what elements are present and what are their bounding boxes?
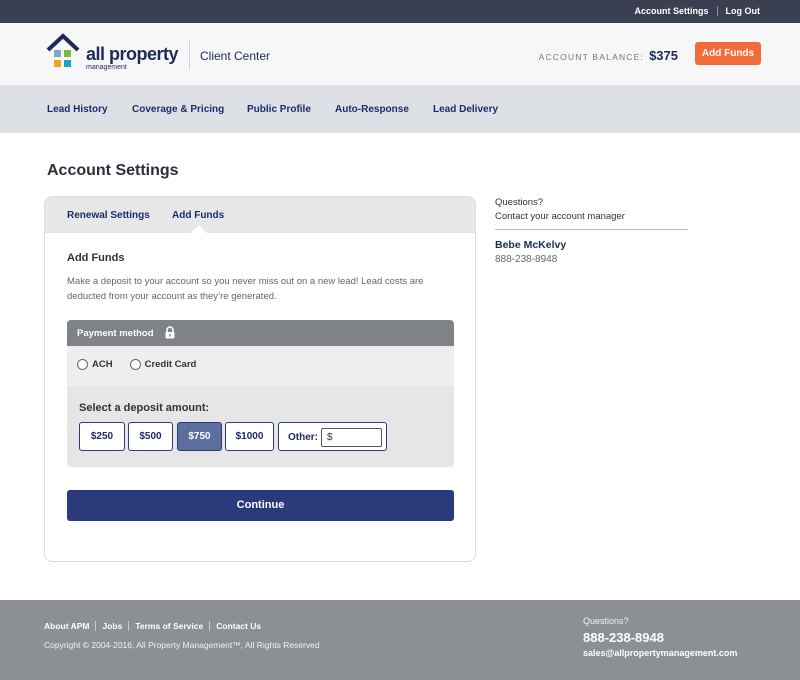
amount-750-button[interactable]: $750 [177, 422, 222, 451]
footer-email[interactable]: sales@allpropertymanagement.com [583, 648, 737, 658]
payment-method-panel: Payment method ACH Credit Card Select a … [67, 320, 454, 467]
other-amount-label: Other: [288, 432, 318, 443]
logo-text: all property [86, 44, 179, 64]
header: all property management Client Center AC… [0, 23, 800, 86]
active-tab-pointer [191, 225, 207, 233]
footer-link-divider [95, 621, 97, 631]
client-center-title: Client Center [200, 49, 271, 63]
continue-button[interactable]: Continue [67, 490, 454, 521]
footer-phone[interactable]: 888-238-8948 [583, 630, 737, 645]
sidebar-question: Questions? [495, 197, 544, 208]
nav-item-lead-history[interactable]: Lead History [47, 104, 108, 115]
nav-item-auto-response[interactable]: Auto-Response [335, 104, 409, 115]
tab-add-funds[interactable]: Add Funds [172, 210, 224, 221]
footer-question: Questions? [583, 616, 629, 626]
account-balance-value: $375 [649, 48, 678, 63]
sidebar-divider [495, 229, 688, 230]
credit-card-radio[interactable] [129, 359, 141, 370]
copyright: Copyright © 2004-2016, All Property Mana… [44, 640, 320, 650]
logo-subtext: management [86, 64, 127, 71]
account-settings-link[interactable]: Account Settings [634, 6, 708, 16]
deposit-amount-label: Select a deposit amount: [79, 402, 210, 414]
section-description: Make a deposit to your account so you ne… [67, 276, 424, 302]
ach-label[interactable]: ACH [92, 359, 113, 370]
nav-item-coverage-pricing[interactable]: Coverage & Pricing [132, 104, 224, 115]
amount-250-button[interactable]: $250 [79, 422, 125, 451]
ach-radio[interactable] [77, 359, 88, 370]
header-divider [189, 40, 190, 70]
add-funds-button[interactable]: Add Funds [695, 42, 761, 65]
card-tabs: Renewal Settings Add Funds [45, 197, 475, 233]
payment-method-header: Payment method [67, 320, 454, 346]
account-balance-label: ACCOUNT BALANCE: [538, 52, 645, 62]
footer-link-terms[interactable]: Terms of Service [135, 621, 203, 631]
other-amount-input[interactable]: $ [321, 428, 382, 447]
footer-link-contact[interactable]: Contact Us [216, 621, 261, 631]
account-manager-sidebar: Questions? Contact your account manager … [495, 196, 688, 265]
footer-links: About APM Jobs Terms of Service Contact … [44, 621, 261, 631]
footer-link-about[interactable]: About APM [44, 621, 89, 631]
deposit-amount-section: Select a deposit amount: $250 $500 $750 … [67, 386, 454, 467]
nav-item-public-profile[interactable]: Public Profile [247, 104, 311, 115]
payment-options: ACH Credit Card [77, 359, 196, 370]
footer: About APM Jobs Terms of Service Contact … [0, 600, 800, 680]
amount-1000-button[interactable]: $1000 [225, 422, 274, 451]
account-balance: ACCOUNT BALANCE: $375 [539, 48, 678, 63]
footer-contact: Questions? 888-238-8948 sales@allpropert… [583, 616, 737, 658]
payment-method-label: Payment method [77, 328, 154, 339]
logo[interactable]: all property management [46, 33, 181, 73]
main-nav: Lead History Coverage & Pricing Public P… [0, 86, 800, 133]
footer-link-jobs[interactable]: Jobs [102, 621, 122, 631]
top-bar: Account Settings Log Out [0, 0, 800, 28]
house-logo-icon [46, 33, 80, 67]
lock-icon [165, 326, 175, 339]
credit-card-label[interactable]: Credit Card [145, 359, 197, 370]
page-title: Account Settings [47, 162, 179, 179]
sidebar-contact-line: Contact your account manager [495, 211, 625, 222]
log-out-link[interactable]: Log Out [726, 6, 761, 16]
tab-renewal-settings[interactable]: Renewal Settings [67, 210, 150, 221]
other-amount: Other: $ [278, 422, 387, 451]
account-manager-name: Bebe McKelvy [495, 239, 567, 251]
account-manager-phone: 888-238-8948 [495, 254, 558, 265]
top-link-divider [716, 6, 718, 16]
amount-500-button[interactable]: $500 [128, 422, 173, 451]
footer-link-divider [209, 621, 211, 631]
nav-item-lead-delivery[interactable]: Lead Delivery [433, 104, 498, 115]
footer-link-divider [128, 621, 130, 631]
top-links: Account Settings Log Out [634, 6, 760, 16]
add-funds-card: Renewal Settings Add Funds Add Funds Mak… [44, 196, 476, 562]
section-heading: Add Funds [67, 252, 125, 264]
